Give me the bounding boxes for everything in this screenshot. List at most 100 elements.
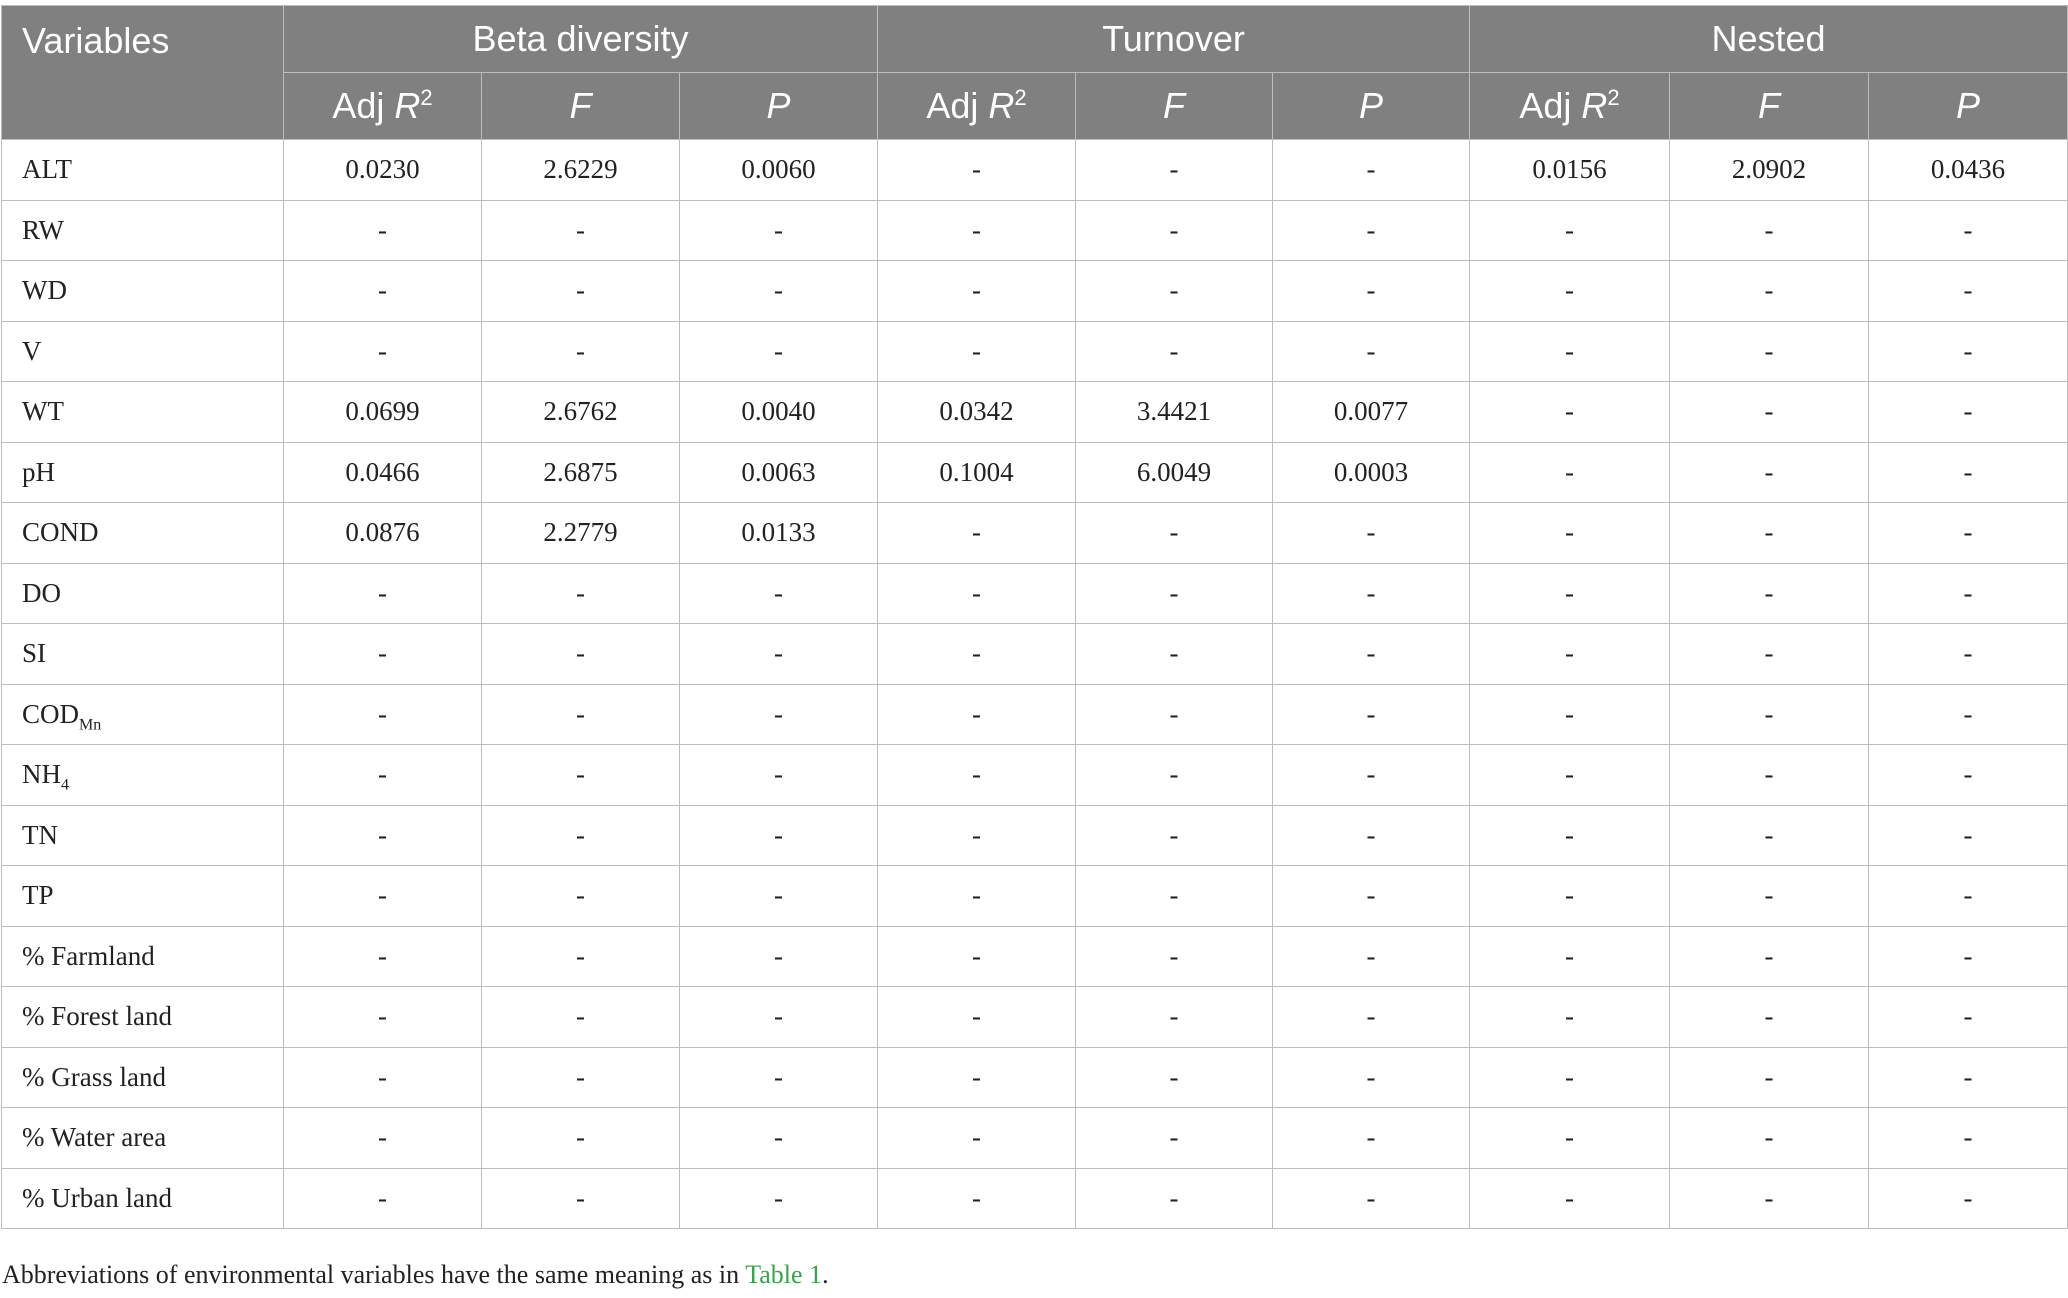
value-cell: - bbox=[1469, 381, 1671, 443]
value-cell: - bbox=[481, 1046, 680, 1108]
value-cell: 2.0902 bbox=[1669, 139, 1870, 201]
value-cell: - bbox=[283, 744, 482, 806]
f-label: F bbox=[1163, 85, 1186, 126]
value-cell: - bbox=[1469, 320, 1671, 382]
value-cell: - bbox=[1669, 1167, 1870, 1229]
variable-label: % Grass land bbox=[22, 1061, 166, 1092]
variable-name: pH bbox=[1, 441, 284, 503]
value-cell: - bbox=[1669, 381, 1870, 443]
value-cell: - bbox=[1075, 502, 1274, 564]
value-cell: 2.6229 bbox=[481, 139, 680, 201]
value-cell: - bbox=[481, 1107, 680, 1169]
table-row: RW - - - - - - - - - bbox=[1, 199, 2068, 261]
value-cell: - bbox=[877, 260, 1077, 322]
p-label: P bbox=[1359, 85, 1384, 126]
value-cell: - bbox=[1669, 804, 1870, 866]
value-cell: - bbox=[1669, 865, 1870, 927]
value-cell: - bbox=[1075, 1046, 1274, 1108]
variable-label: TN bbox=[22, 819, 58, 850]
adj-label: Adj bbox=[926, 85, 989, 126]
r-letter: R bbox=[988, 85, 1015, 126]
value-cell: - bbox=[1272, 320, 1471, 382]
value-cell: - bbox=[1272, 744, 1471, 806]
value-cell: - bbox=[481, 865, 680, 927]
value-cell: - bbox=[1669, 683, 1870, 745]
value-cell: - bbox=[1868, 1046, 2068, 1108]
value-cell: - bbox=[481, 623, 680, 685]
header-row-statistics: Adj R2 F P Adj R2 F P Adj R2 F P bbox=[2, 72, 2068, 140]
value-cell: - bbox=[1669, 260, 1870, 322]
table-1-link[interactable]: Table 1 bbox=[745, 1260, 822, 1289]
value-cell: 0.0156 bbox=[1469, 139, 1671, 201]
value-cell: - bbox=[678, 320, 879, 382]
variable-subscript: Mn bbox=[79, 716, 102, 734]
value-cell: - bbox=[1669, 562, 1870, 624]
variable-name: V bbox=[1, 320, 284, 382]
value-cell: - bbox=[1075, 925, 1274, 987]
variable-label: RW bbox=[22, 214, 65, 245]
value-cell: - bbox=[481, 320, 680, 382]
value-cell: - bbox=[283, 199, 482, 261]
value-cell: 0.0063 bbox=[678, 441, 879, 503]
value-cell: - bbox=[1469, 865, 1671, 927]
value-cell: - bbox=[1868, 1167, 2068, 1229]
p-label: P bbox=[1956, 85, 1981, 126]
variable-name: DO bbox=[1, 562, 284, 624]
value-cell: - bbox=[1868, 562, 2068, 624]
variable-name: TP bbox=[1, 865, 284, 927]
table-row: SI - - - - - - - - - bbox=[1, 623, 2068, 685]
table-row: TN - - - - - - - - - bbox=[1, 804, 2068, 866]
variable-name: % Water area bbox=[1, 1107, 284, 1169]
value-cell: - bbox=[1272, 1046, 1471, 1108]
value-cell: - bbox=[1469, 623, 1671, 685]
value-cell: - bbox=[1469, 744, 1671, 806]
results-table: Variables Beta diversity Turnover Nested… bbox=[1, 5, 2068, 1229]
variable-label: V bbox=[22, 335, 42, 366]
value-cell: 0.0060 bbox=[678, 139, 879, 201]
header-p: P bbox=[678, 72, 879, 140]
value-cell: - bbox=[1075, 1107, 1274, 1169]
value-cell: - bbox=[877, 925, 1077, 987]
header-group-beta-diversity: Beta diversity bbox=[282, 5, 879, 73]
table-row: % Grass land - - - - - - - - - bbox=[1, 1046, 2068, 1108]
value-cell: - bbox=[1075, 260, 1274, 322]
value-cell: - bbox=[1868, 441, 2068, 503]
value-cell: - bbox=[1868, 623, 2068, 685]
value-cell: - bbox=[1075, 986, 1274, 1048]
value-cell: - bbox=[678, 865, 879, 927]
variable-label: % Water area bbox=[22, 1122, 167, 1153]
table-row: % Forest land - - - - - - - - - bbox=[1, 986, 2068, 1048]
header-adj-r2: Adj R2 bbox=[1469, 72, 1671, 140]
variable-label: % Forest land bbox=[22, 1001, 172, 1032]
value-cell: - bbox=[1075, 1167, 1274, 1229]
table-row: NH4- - - - - - - - - bbox=[1, 744, 2068, 806]
value-cell: 3.4421 bbox=[1075, 381, 1274, 443]
value-cell: 0.0699 bbox=[283, 381, 482, 443]
value-cell: - bbox=[1272, 1167, 1471, 1229]
table-row: pH 0.0466 2.6875 0.0063 0.1004 6.0049 0.0003- -… bbox=[1, 441, 2068, 503]
variable-label: % Urban land bbox=[22, 1182, 172, 1213]
value-cell: - bbox=[678, 683, 879, 745]
value-cell: - bbox=[283, 1107, 482, 1169]
value-cell: - bbox=[1868, 925, 2068, 987]
value-cell: - bbox=[678, 744, 879, 806]
value-cell: - bbox=[1272, 1107, 1471, 1169]
value-cell: - bbox=[678, 804, 879, 866]
value-cell: - bbox=[1075, 562, 1274, 624]
value-cell: 0.0003 bbox=[1272, 441, 1471, 503]
value-cell: - bbox=[1669, 986, 1870, 1048]
value-cell: 0.1004 bbox=[877, 441, 1077, 503]
value-cell: - bbox=[678, 986, 879, 1048]
footnote-end: . bbox=[822, 1260, 829, 1289]
value-cell: - bbox=[678, 562, 879, 624]
value-cell: - bbox=[1469, 260, 1671, 322]
value-cell: - bbox=[1272, 199, 1471, 261]
value-cell: - bbox=[481, 804, 680, 866]
results-table-container: Variables Beta diversity Turnover Nested… bbox=[0, 5, 2068, 1229]
value-cell: - bbox=[1075, 139, 1274, 201]
header-f: F bbox=[1669, 72, 1870, 140]
value-cell: 6.0049 bbox=[1075, 441, 1274, 503]
value-cell: - bbox=[678, 1167, 879, 1229]
value-cell: - bbox=[481, 1167, 680, 1229]
value-cell: - bbox=[1669, 1046, 1870, 1108]
